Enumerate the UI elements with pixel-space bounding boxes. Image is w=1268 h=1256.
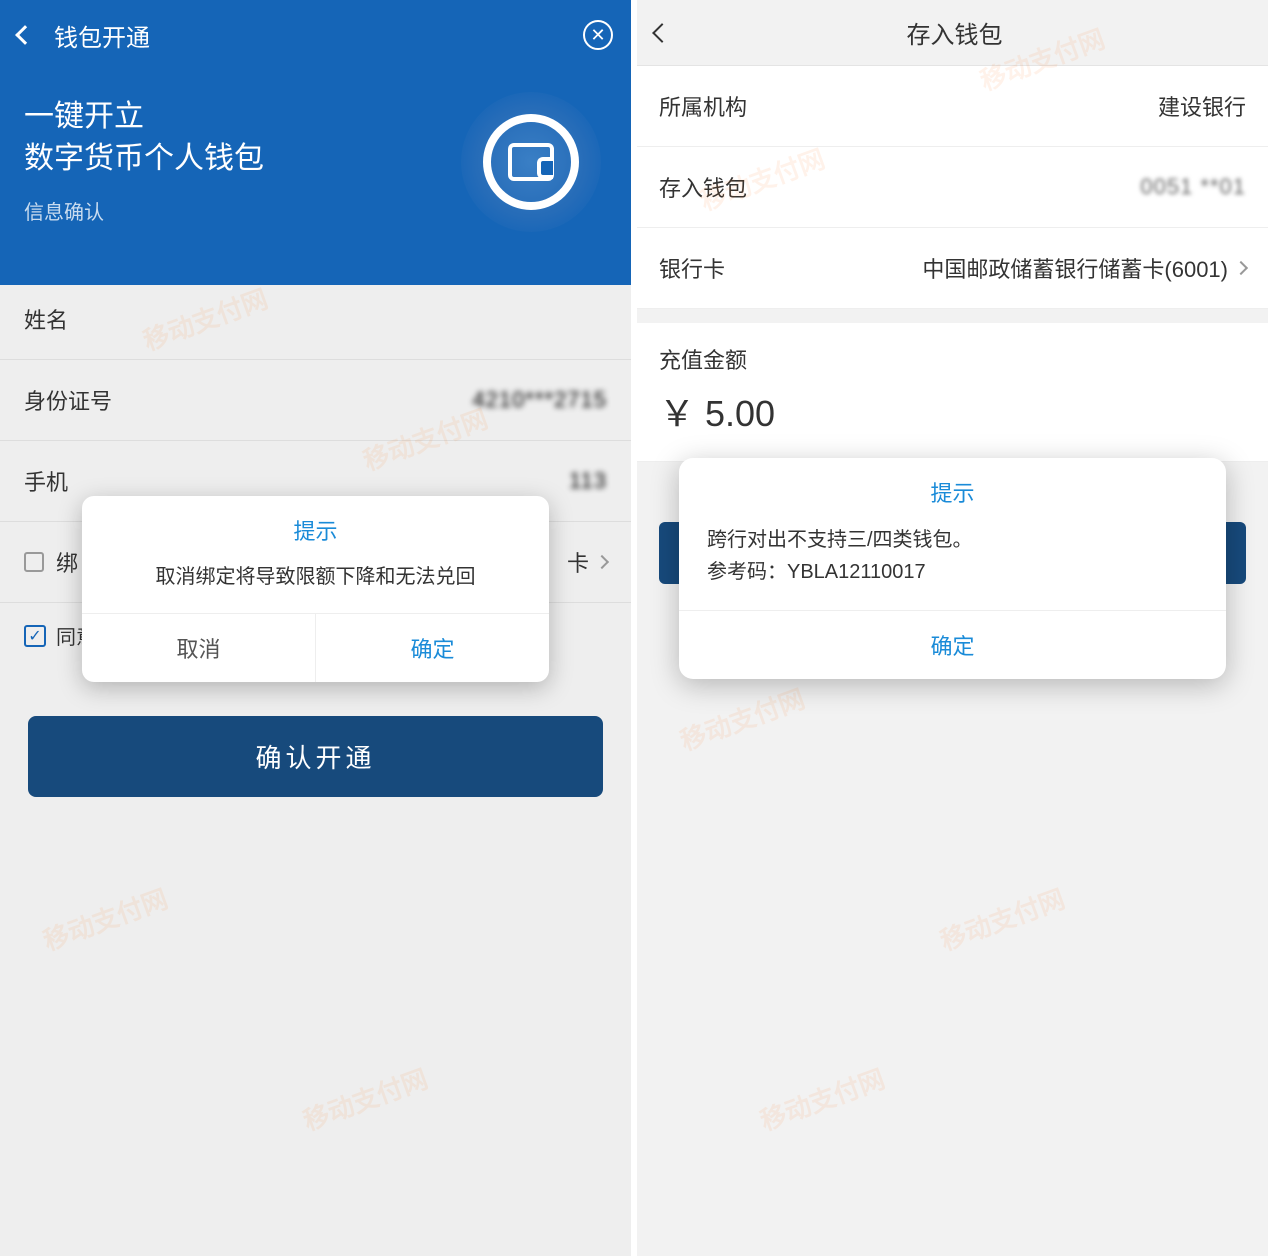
chevron-right-icon [595, 555, 609, 569]
bind-label: 绑 [56, 546, 78, 578]
wallet-icon [461, 92, 601, 232]
chevron-right-icon [1234, 261, 1248, 275]
name-label: 姓名 [24, 303, 68, 335]
row-id[interactable]: 身份证号 4210***2715 [0, 360, 631, 441]
watermark: 移动支付网 [675, 679, 810, 758]
id-label: 身份证号 [24, 384, 112, 416]
watermark: 移动支付网 [38, 879, 173, 958]
header: 存入钱包 [637, 0, 1268, 66]
dialog-title: 提示 [679, 458, 1226, 516]
hero-banner: 一键开立 数字货币个人钱包 信息确认 [0, 70, 631, 285]
dialog-cancel-button[interactable]: 取消 [82, 614, 316, 682]
bind-checkbox-icon[interactable] [24, 552, 44, 572]
amount-label: 充值金额 [637, 323, 1268, 381]
header: 钱包开通 ✕ [0, 0, 631, 70]
phone-value: 113 [569, 468, 607, 494]
amount-value[interactable]: ￥ 5.00 [637, 381, 1268, 462]
watermark: 移动支付网 [755, 1059, 890, 1138]
close-icon[interactable]: ✕ [583, 20, 613, 50]
dialog-ok-button[interactable]: 确定 [316, 614, 549, 682]
page-title: 钱包开通 [54, 18, 583, 53]
watermark: 移动支付网 [935, 879, 1070, 958]
dialog-ok-button[interactable]: 确定 [679, 610, 1226, 679]
dialog-line1: 跨行对出不支持三/四类钱包。 [707, 524, 1198, 556]
org-label: 所属机构 [659, 90, 747, 122]
wallet-label: 存入钱包 [659, 171, 747, 203]
row-org: 所属机构 建设银行 [637, 66, 1268, 147]
dialog-message: 取消绑定将导致限额下降和无法兑回 [82, 554, 549, 613]
dialog-title: 提示 [82, 496, 549, 554]
confirm-open-button[interactable]: 确认开通 [28, 716, 603, 797]
page-title: 存入钱包 [689, 15, 1220, 50]
card-label: 银行卡 [659, 252, 725, 284]
watermark: 移动支付网 [298, 1059, 433, 1138]
wallet-value: 0051 **01 [1140, 174, 1246, 200]
alert-dialog: 提示 取消绑定将导致限额下降和无法兑回 取消 确定 [82, 496, 549, 682]
id-value: 4210***2715 [472, 387, 607, 413]
back-icon[interactable] [652, 23, 672, 43]
row-name[interactable]: 姓名 [0, 279, 631, 360]
amount-section: 充值金额 ￥ 5.00 [637, 323, 1268, 462]
row-card[interactable]: 银行卡 中国邮政储蓄银行储蓄卡(6001) [637, 228, 1268, 309]
screen-deposit: 存入钱包 所属机构 建设银行 存入钱包 0051 **01 银行卡 中国邮政储蓄… [637, 0, 1268, 1256]
back-icon[interactable] [15, 25, 35, 45]
phone-label: 手机 [24, 465, 68, 497]
bind-suffix: 卡 [567, 546, 589, 578]
card-value: 中国邮政储蓄银行储蓄卡(6001) [922, 252, 1228, 284]
org-value: 建设银行 [1158, 90, 1246, 122]
info-section: 所属机构 建设银行 存入钱包 0051 **01 银行卡 中国邮政储蓄银行储蓄卡… [637, 66, 1268, 309]
screen-wallet-open: 钱包开通 ✕ 一键开立 数字货币个人钱包 信息确认 姓名 身份证号 4210**… [0, 0, 631, 1256]
agree-checkbox[interactable]: ✓ [24, 625, 46, 647]
row-wallet[interactable]: 存入钱包 0051 **01 [637, 147, 1268, 228]
dialog-line2: 参考码：YBLA12110017 [707, 556, 1198, 588]
alert-dialog: 提示 跨行对出不支持三/四类钱包。 参考码：YBLA12110017 确定 [679, 458, 1226, 679]
